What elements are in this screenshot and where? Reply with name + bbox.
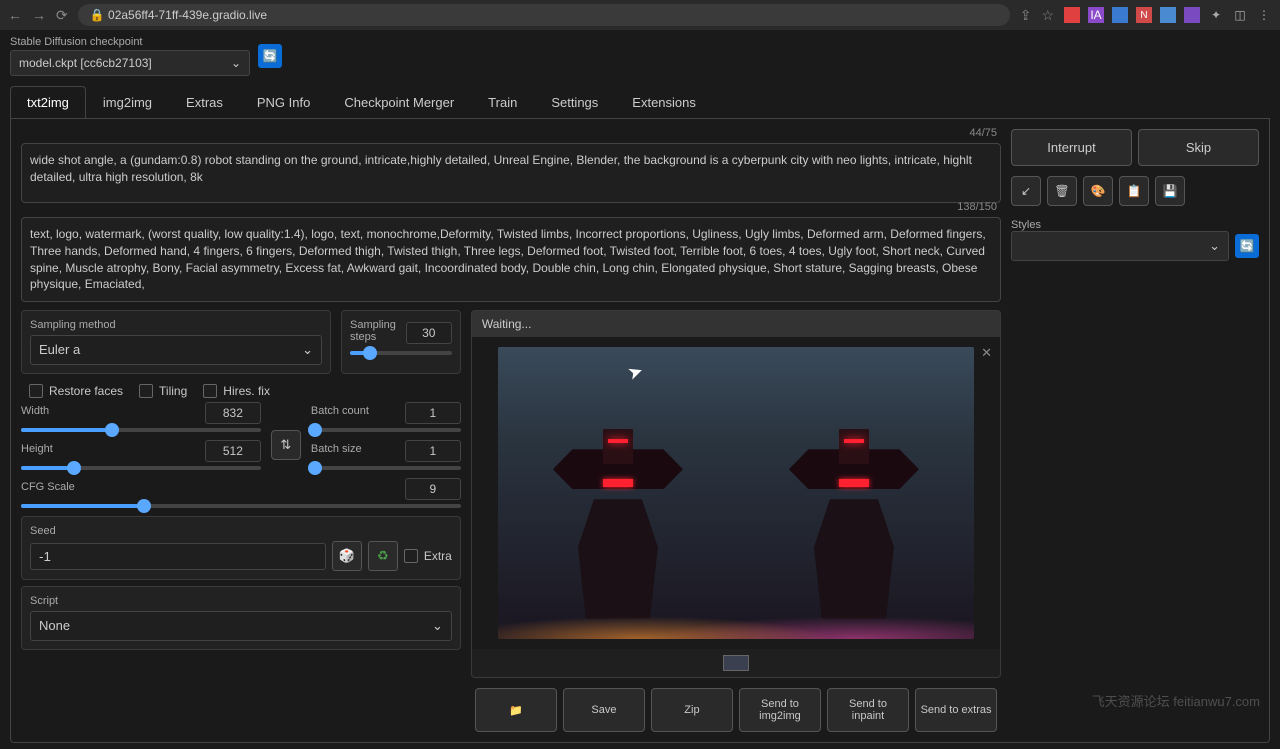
- tab-pnginfo[interactable]: PNG Info: [240, 86, 327, 118]
- neg-prompt-token-count: 138/150: [957, 201, 997, 213]
- paste-icon[interactable]: ↙: [1011, 176, 1041, 206]
- tab-img2img[interactable]: img2img: [86, 86, 169, 118]
- save-button[interactable]: Save: [563, 688, 645, 732]
- refresh-styles-button[interactable]: 🔄: [1235, 234, 1259, 258]
- restore-faces-checkbox[interactable]: Restore faces: [29, 384, 123, 398]
- swap-dimensions-button[interactable]: ⇅: [271, 430, 301, 460]
- extension-icons: IA N ✦ ◫ ⋮: [1064, 7, 1272, 23]
- batch-size-value[interactable]: 1: [405, 440, 461, 462]
- tab-txt2img[interactable]: txt2img: [10, 86, 86, 118]
- open-folder-button[interactable]: 📁: [475, 688, 557, 732]
- zip-button[interactable]: Zip: [651, 688, 733, 732]
- sampling-method-select[interactable]: Euler a ⌄: [30, 335, 322, 365]
- clear-icon[interactable]: 🗑: [1047, 176, 1077, 206]
- reload-icon[interactable]: ⟳: [56, 7, 68, 24]
- height-label: Height: [21, 443, 53, 455]
- output-thumbnail[interactable]: [723, 655, 749, 671]
- style-icon[interactable]: 🎨: [1083, 176, 1113, 206]
- interrupt-button[interactable]: Interrupt: [1011, 129, 1132, 166]
- star-icon[interactable]: ☆: [1041, 7, 1054, 24]
- styles-label: Styles: [1011, 219, 1041, 231]
- cfg-label: CFG Scale: [21, 481, 75, 493]
- sampling-steps-value[interactable]: 30: [406, 322, 452, 344]
- script-label: Script: [30, 595, 452, 607]
- chevron-down-icon: ⌄: [1209, 238, 1220, 254]
- send-inpaint-button[interactable]: Send to inpaint: [827, 688, 909, 732]
- output-status: Waiting...: [472, 311, 1000, 337]
- ext-icon[interactable]: [1064, 7, 1080, 23]
- cfg-value[interactable]: 9: [405, 478, 461, 500]
- styles-select[interactable]: ⌄: [1011, 231, 1229, 261]
- close-icon[interactable]: ✕: [981, 345, 992, 361]
- share-icon[interactable]: ⇪: [1020, 7, 1032, 24]
- extensions-icon[interactable]: ✦: [1208, 7, 1224, 23]
- forward-icon[interactable]: →: [32, 7, 46, 23]
- height-slider[interactable]: [21, 466, 261, 470]
- main-tabs: txt2img img2img Extras PNG Info Checkpoi…: [10, 86, 1270, 119]
- chevron-down-icon: ⌄: [231, 56, 241, 70]
- ext-icon[interactable]: [1184, 7, 1200, 23]
- seed-label: Seed: [30, 525, 452, 537]
- sampling-steps-label: Sampling steps: [350, 319, 406, 343]
- browser-toolbar: ← → ⟳ 🔒 02a56ff4-71ff-439e.gradio.live ⇪…: [0, 0, 1280, 30]
- ext-icon[interactable]: N: [1136, 7, 1152, 23]
- chevron-down-icon: ⌄: [302, 342, 313, 358]
- skip-button[interactable]: Skip: [1138, 129, 1259, 166]
- tab-extensions[interactable]: Extensions: [615, 86, 713, 118]
- width-value[interactable]: 832: [205, 402, 261, 424]
- ext-icon[interactable]: [1160, 7, 1176, 23]
- chevron-down-icon: ⌄: [432, 618, 443, 634]
- menu-icon[interactable]: ⋮: [1256, 7, 1272, 23]
- height-value[interactable]: 512: [205, 440, 261, 462]
- save-style-icon[interactable]: 💾: [1155, 176, 1185, 206]
- batch-count-label: Batch count: [311, 405, 369, 417]
- seed-input[interactable]: [30, 543, 326, 570]
- clipboard-icon[interactable]: 📋: [1119, 176, 1149, 206]
- negative-prompt-input[interactable]: text, logo, watermark, (worst quality, l…: [21, 217, 1001, 302]
- watermark: 飞天资源论坛 feitianwu7.com: [1092, 691, 1260, 710]
- ext-icon[interactable]: [1112, 7, 1128, 23]
- send-extras-button[interactable]: Send to extras: [915, 688, 997, 732]
- batch-count-value[interactable]: 1: [405, 402, 461, 424]
- cfg-slider[interactable]: [21, 504, 461, 508]
- tab-checkpoint-merger[interactable]: Checkpoint Merger: [327, 86, 471, 118]
- seed-extra-checkbox[interactable]: Extra: [404, 549, 452, 563]
- sampling-steps-slider[interactable]: [350, 351, 452, 355]
- panel-icon[interactable]: ◫: [1232, 7, 1248, 23]
- batch-size-slider[interactable]: [311, 466, 461, 470]
- prompt-token-count: 44/75: [969, 127, 997, 139]
- batch-count-slider[interactable]: [311, 428, 461, 432]
- tab-train[interactable]: Train: [471, 86, 534, 118]
- hires-fix-checkbox[interactable]: Hires. fix: [203, 384, 270, 398]
- ext-icon[interactable]: IA: [1088, 7, 1104, 23]
- seed-reuse-button[interactable]: ♻: [368, 541, 398, 571]
- send-img2img-button[interactable]: Send to img2img: [739, 688, 821, 732]
- batch-size-label: Batch size: [311, 443, 362, 455]
- tab-settings[interactable]: Settings: [534, 86, 615, 118]
- checkpoint-label: Stable Diffusion checkpoint: [10, 36, 250, 48]
- checkpoint-select[interactable]: model.ckpt [cc6cb27103] ⌄: [10, 50, 250, 76]
- url-bar[interactable]: 🔒 02a56ff4-71ff-439e.gradio.live: [78, 4, 1010, 26]
- refresh-checkpoint-button[interactable]: 🔄: [258, 44, 282, 68]
- sampling-method-label: Sampling method: [30, 319, 322, 331]
- width-label: Width: [21, 405, 49, 417]
- back-icon[interactable]: ←: [8, 7, 22, 23]
- width-slider[interactable]: [21, 428, 261, 432]
- prompt-input[interactable]: wide shot angle, a (gundam:0.8) robot st…: [21, 143, 1001, 203]
- tiling-checkbox[interactable]: Tiling: [139, 384, 187, 398]
- tab-extras[interactable]: Extras: [169, 86, 240, 118]
- generated-image[interactable]: [498, 347, 974, 639]
- seed-random-button[interactable]: 🎲: [332, 541, 362, 571]
- output-panel: Waiting... ✕: [471, 310, 1001, 678]
- script-select[interactable]: None ⌄: [30, 611, 452, 641]
